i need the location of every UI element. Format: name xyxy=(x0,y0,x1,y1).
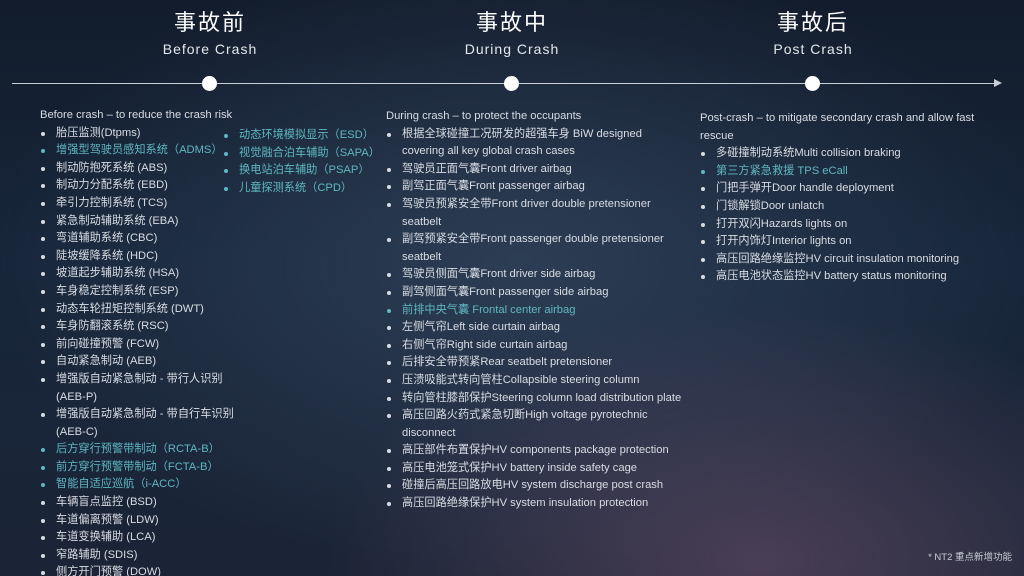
list-item-new-feature: 增强型驾驶员感知系统（ADMS） xyxy=(40,142,240,160)
list-item: 门锁解锁Door unlatch xyxy=(700,198,990,216)
list-item: 驾驶员正面气囊Front driver airbag xyxy=(386,161,686,179)
list-item: 车道变换辅助 (LCA) xyxy=(40,529,240,547)
list-item-new-feature: 动态环境模拟显示（ESD） xyxy=(223,127,393,145)
phase-title-en: Before Crash xyxy=(162,41,258,57)
list-item: 制动防抱死系统 (ABS) xyxy=(40,160,240,178)
list-item: 窄路辅助 (SDIS) xyxy=(40,547,240,565)
list-item: 根据全球碰撞工况研发的超强车身 BiW designed covering al… xyxy=(386,126,686,161)
list-item-new-feature: 后方穿行预警带制动（RCTA-B） xyxy=(40,441,240,459)
list-item: 转向管柱膝部保护Steering column load distributio… xyxy=(386,390,686,408)
list-item: 左侧气帘Left side curtain airbag xyxy=(386,319,686,337)
list-item: 弯道辅助系统 (CBC) xyxy=(40,230,240,248)
post-crash-list: 多碰撞制动系统Multi collision braking 第三方紧急救援 TP… xyxy=(700,145,990,286)
list-item: 动态车轮扭矩控制系统 (DWT) xyxy=(40,301,240,319)
list-item: 副驾正面气囊Front passenger airbag xyxy=(386,178,686,196)
list-item: 前向碰撞预警 (FCW) xyxy=(40,336,240,354)
phase-during-title: 事故中 During Crash xyxy=(412,8,612,57)
during-crash-section: During crash – to protect the occupants … xyxy=(386,108,686,513)
timeline-dot-before xyxy=(202,76,217,91)
list-item: 高压部件布置保护HV components package protection xyxy=(386,442,686,460)
list-item: 高压回路火药式紧急切断High voltage pyrotechnic disc… xyxy=(386,407,686,442)
list-item: 高压电池笼式保护HV battery inside safety cage xyxy=(386,460,686,478)
list-item: 右侧气帘Right side curtain airbag xyxy=(386,337,686,355)
during-crash-heading: During crash – to protect the occupants xyxy=(386,110,582,122)
list-item: 高压回路绝缘监控HV circuit insulation monitoring xyxy=(700,251,990,269)
list-item: 车道偏离预警 (LDW) xyxy=(40,512,240,530)
before-crash-heading: Before crash – to reduce the crash risk xyxy=(40,109,233,121)
list-item: 坡道起步辅助系统 (HSA) xyxy=(40,265,240,283)
list-item: 碰撞后高压回路放电HV system discharge post crash xyxy=(386,477,686,495)
list-item: 压溃吸能式转向管柱Collapsible steering column xyxy=(386,372,686,390)
list-item: 车身稳定控制系统 (ESP) xyxy=(40,283,240,301)
list-item: 高压回路绝缘保护HV system insulation protection xyxy=(386,495,686,513)
before-crash-section: Before crash – to reduce the crash risk … xyxy=(40,107,240,576)
timeline-arrowhead xyxy=(994,79,1002,87)
list-item: 打开内饰灯Interior lights on xyxy=(700,233,990,251)
list-item-new-feature: 儿童探测系统（CPD） xyxy=(223,180,393,198)
list-item: 制动力分配系统 (EBD) xyxy=(40,177,240,195)
list-item: 牵引力控制系统 (TCS) xyxy=(40,195,240,213)
list-item-new-feature: 前排中央气囊 Frontal center airbag xyxy=(386,302,686,320)
list-item: 门把手弹开Door handle deployment xyxy=(700,180,990,198)
list-item-new-feature: 第三方紧急救援 TPS eCall xyxy=(700,163,990,181)
during-crash-list: 根据全球碰撞工况研发的超强车身 BiW designed covering al… xyxy=(386,126,686,513)
list-item: 增强版自动紧急制动 - 带行人识别 (AEB-P) xyxy=(40,371,240,406)
list-item-new-feature: 视觉融合泊车辅助（SAPA） xyxy=(223,145,393,163)
timeline-dot-during xyxy=(504,76,519,91)
list-item: 车身防翻滚系统 (RSC) xyxy=(40,318,240,336)
before-crash-list-secondary: 动态环境模拟显示（ESD） 视觉融合泊车辅助（SAPA） 换电站泊车辅助（PSAP）… xyxy=(223,127,393,197)
post-crash-heading: Post-crash – to mitigate secondary crash… xyxy=(700,112,975,142)
list-item: 副驾预紧安全带Front passenger double pretension… xyxy=(386,231,686,266)
footnote: * NT2 重点新增功能 xyxy=(928,552,1012,563)
phase-title-cn: 事故前 xyxy=(173,10,246,35)
phase-title-cn: 事故中 xyxy=(475,10,548,35)
list-item: 后排安全带预紧Rear seatbelt pretensioner xyxy=(386,354,686,372)
phase-post-title: 事故后 Post Crash xyxy=(713,8,913,57)
list-item-new-feature: 智能自适应巡航（i-ACC） xyxy=(40,476,240,494)
list-item-new-feature: 换电站泊车辅助（PSAP） xyxy=(223,162,393,180)
list-item: 自动紧急制动 (AEB) xyxy=(40,353,240,371)
phase-title-cn: 事故后 xyxy=(776,10,849,35)
phase-title-en: Post Crash xyxy=(773,41,853,57)
list-item: 胎压监测(Dtpms) xyxy=(40,125,240,143)
list-item: 增强版自动紧急制动 - 带自行车识别 (AEB-C) xyxy=(40,406,240,441)
list-item: 驾驶员侧面气囊Front driver side airbag xyxy=(386,266,686,284)
list-item: 多碰撞制动系统Multi collision braking xyxy=(700,145,990,163)
phase-title-en: During Crash xyxy=(464,41,560,57)
list-item: 侧方开门预警 (DOW) xyxy=(40,564,240,576)
list-item: 紧急制动辅助系统 (EBA) xyxy=(40,213,240,231)
list-item-new-feature: 前方穿行预警带制动（FCTA-B） xyxy=(40,459,240,477)
before-crash-list: 胎压监测(Dtpms) 增强型驾驶员感知系统（ADMS） 制动防抱死系统 (ABS)… xyxy=(40,125,240,576)
list-item: 车辆盲点监控 (BSD) xyxy=(40,494,240,512)
list-item: 高压电池状态监控HV battery status monitoring xyxy=(700,268,990,286)
list-item: 驾驶员预紧安全带Front driver double pretensioner… xyxy=(386,196,686,231)
post-crash-section: Post-crash – to mitigate secondary crash… xyxy=(700,110,990,286)
list-item: 陡坡缓降系统 (HDC) xyxy=(40,248,240,266)
list-item: 副驾侧面气囊Front passenger side airbag xyxy=(386,284,686,302)
before-crash-section-secondary: 动态环境模拟显示（ESD） 视觉融合泊车辅助（SAPA） 换电站泊车辅助（PSAP）… xyxy=(223,127,393,197)
timeline-dot-post xyxy=(805,76,820,91)
list-item: 打开双闪Hazards lights on xyxy=(700,216,990,234)
phase-before-title: 事故前 Before Crash xyxy=(110,8,310,57)
